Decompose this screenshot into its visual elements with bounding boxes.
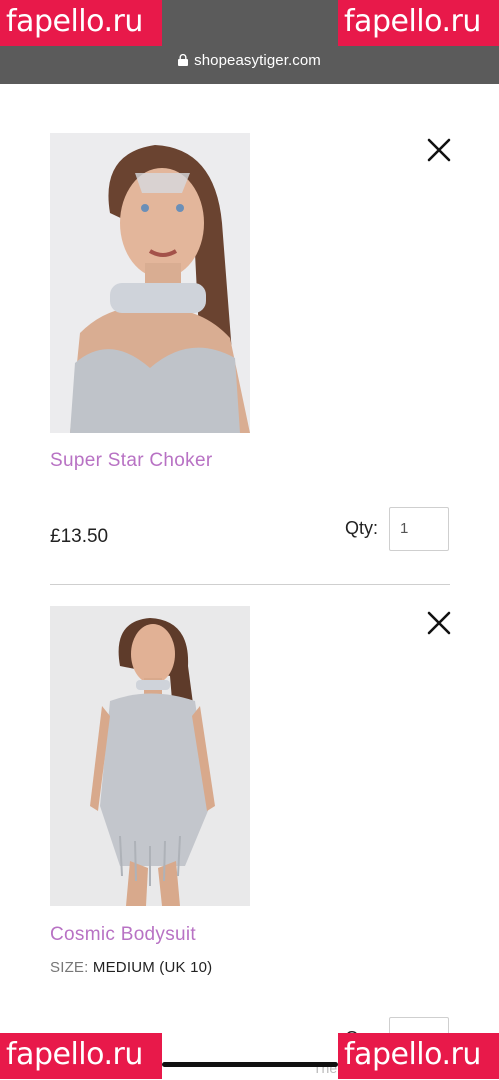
product-name-bodysuit[interactable]: Cosmic Bodysuit <box>50 924 196 946</box>
item-divider <box>50 584 450 585</box>
product-image-choker[interactable] <box>50 133 250 433</box>
url-text: shopeasytiger.com <box>194 52 321 69</box>
bodysuit-model-photo <box>50 606 250 906</box>
watermark-top-right: fapello.ru <box>338 0 499 46</box>
product-price-choker: £13.50 <box>50 526 109 547</box>
qty-label: Qty: <box>345 518 379 538</box>
choker-model-photo <box>50 133 250 433</box>
product-image-bodysuit[interactable] <box>50 606 250 906</box>
watermark-bottom-right: fapello.ru <box>338 1033 499 1079</box>
size-value: MEDIUM (UK 10) <box>92 959 213 976</box>
watermark-bottom-left: fapello.ru <box>0 1033 162 1079</box>
size-label: SIZE: <box>50 959 89 976</box>
lock-icon <box>178 54 189 66</box>
home-indicator[interactable] <box>162 1062 338 1067</box>
product-name-choker[interactable]: Super Star Choker <box>50 450 212 472</box>
close-icon <box>427 138 451 162</box>
qty-input-choker[interactable]: 1 <box>389 507 449 551</box>
remove-item-choker-button[interactable] <box>427 138 451 162</box>
product-size-bodysuit: SIZE: MEDIUM (UK 10) <box>50 959 212 976</box>
watermark-top-left: fapello.ru <box>0 0 162 46</box>
remove-item-bodysuit-button[interactable] <box>427 611 451 635</box>
address-bar[interactable]: shopeasytiger.com <box>0 52 499 69</box>
close-icon <box>427 611 451 635</box>
